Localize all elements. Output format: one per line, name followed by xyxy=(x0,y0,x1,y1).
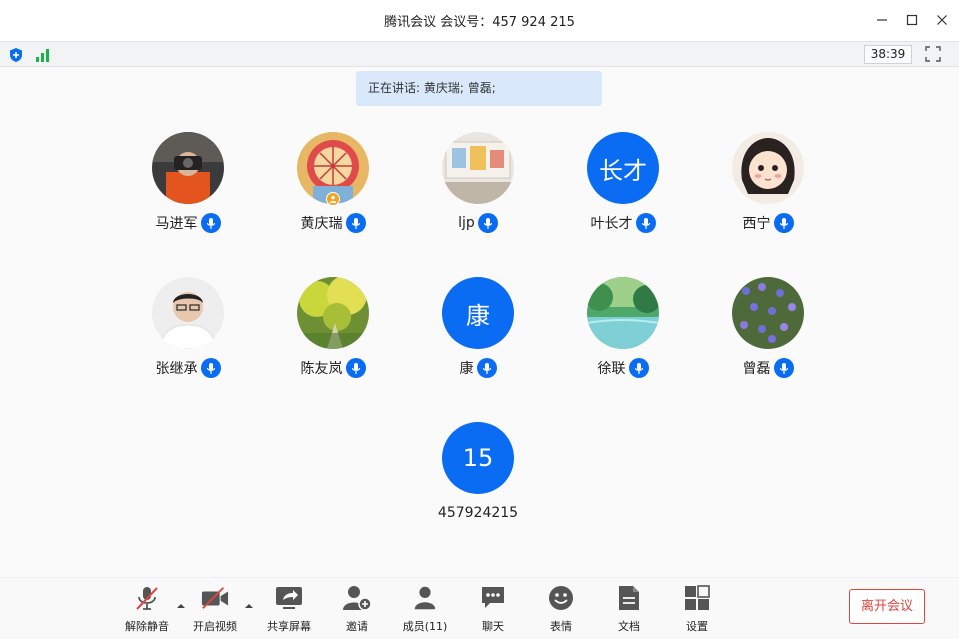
avatar xyxy=(152,132,224,204)
participant-tile[interactable]: 长才 叶长才 xyxy=(563,132,683,252)
settings-grid-icon xyxy=(683,584,711,612)
microphone-icon xyxy=(628,358,649,378)
invite-button[interactable]: 邀请 xyxy=(327,584,387,634)
microphone-icon xyxy=(200,213,221,233)
participant-name: 457924215 xyxy=(437,505,519,521)
avatar xyxy=(587,277,659,349)
chat-button[interactable]: 聊天 xyxy=(463,584,523,634)
host-badge-icon xyxy=(326,192,340,206)
participant-tile[interactable]: 陈友岚 xyxy=(273,277,393,397)
avatar xyxy=(732,132,804,204)
reactions-button[interactable]: 表情 xyxy=(531,584,591,634)
participant-tile[interactable]: 徐联 xyxy=(563,277,683,397)
leave-meeting-button[interactable]: 离开会议 xyxy=(849,589,925,624)
settings-button[interactable]: 设置 xyxy=(667,584,727,634)
video-options-caret-icon[interactable] xyxy=(244,596,254,608)
avatar xyxy=(442,132,514,204)
avatar xyxy=(732,277,804,349)
meeting-timer: 38:39 xyxy=(864,45,912,64)
window-title: 腾讯会议 会议号：457 924 215 xyxy=(384,15,575,30)
participant-name: ljp xyxy=(458,215,475,231)
participant-tile[interactable]: ljp xyxy=(418,132,538,252)
start-video-button[interactable]: 开启视频 xyxy=(185,584,245,634)
participant-name: 张继承 xyxy=(155,361,198,377)
participant-name: 马进军 xyxy=(155,216,198,232)
participant-name: 西宁 xyxy=(742,216,771,232)
microphone-muted-icon xyxy=(133,584,161,612)
members-icon xyxy=(411,584,439,612)
microphone-icon xyxy=(477,213,498,233)
share-screen-button[interactable]: 共享屏幕 xyxy=(259,584,319,634)
participant-tile[interactable]: 西宁 xyxy=(708,132,828,252)
network-signal-icon[interactable] xyxy=(35,47,51,63)
participant-gallery: 正在讲话: 黄庆瑞; 曾磊; 马进军 黄庆瑞 ljp 长才 叶长才 西宁 张继承… xyxy=(0,67,959,577)
participant-tile[interactable]: 曾磊 xyxy=(708,277,828,397)
close-icon xyxy=(937,15,947,25)
title-bar: 腾讯会议 会议号：457 924 215 xyxy=(0,0,959,41)
maximize-button[interactable] xyxy=(903,11,921,29)
camera-off-icon xyxy=(201,584,229,612)
security-shield-icon[interactable] xyxy=(8,47,24,63)
participant-tile[interactable]: 马进军 xyxy=(128,132,248,252)
minimize-button[interactable] xyxy=(873,11,891,29)
participant-name: 陈友岚 xyxy=(300,361,343,377)
microphone-icon xyxy=(773,213,794,233)
document-icon xyxy=(615,584,643,612)
participant-tile[interactable]: 张继承 xyxy=(128,277,248,397)
avatar: 长才 xyxy=(587,132,659,204)
avatar: 15 xyxy=(442,422,514,494)
chat-bubble-icon xyxy=(479,584,507,612)
participant-name: 黄庆瑞 xyxy=(300,216,343,232)
avatar xyxy=(152,277,224,349)
participant-tile[interactable]: 黄庆瑞 xyxy=(273,132,393,252)
avatar xyxy=(297,277,369,349)
close-button[interactable] xyxy=(933,11,951,29)
microphone-icon xyxy=(200,358,221,378)
add-person-icon xyxy=(343,584,371,612)
status-bar: 38:39 xyxy=(0,41,959,67)
avatar: 康 xyxy=(442,277,514,349)
participant-name: 徐联 xyxy=(597,361,626,377)
participant-name: 曾磊 xyxy=(742,361,771,377)
microphone-icon xyxy=(635,213,656,233)
docs-button[interactable]: 文档 xyxy=(599,584,659,634)
microphone-icon xyxy=(773,358,794,378)
fullscreen-icon[interactable] xyxy=(925,46,941,62)
microphone-icon xyxy=(345,213,366,233)
unmute-button[interactable]: 解除静音 xyxy=(117,584,177,634)
share-screen-icon xyxy=(275,584,303,612)
maximize-icon xyxy=(906,14,918,26)
speaking-indicator: 正在讲话: 黄庆瑞; 曾磊; xyxy=(356,71,602,106)
microphone-icon xyxy=(345,358,366,378)
smiley-icon xyxy=(547,584,575,612)
meeting-toolbar: 解除静音 开启视频 共享屏幕 邀请 成员(11) 聊天 表情 文档 设置 离开会… xyxy=(0,577,959,639)
participant-tile[interactable]: 康 康 xyxy=(418,277,538,397)
participant-tile[interactable]: 15 457924215 xyxy=(418,422,538,542)
participant-name: 叶长才 xyxy=(590,216,633,232)
members-button[interactable]: 成员(11) xyxy=(395,584,455,634)
minimize-icon xyxy=(877,19,887,21)
participant-name: 康 xyxy=(459,361,474,377)
microphone-icon xyxy=(476,358,497,378)
